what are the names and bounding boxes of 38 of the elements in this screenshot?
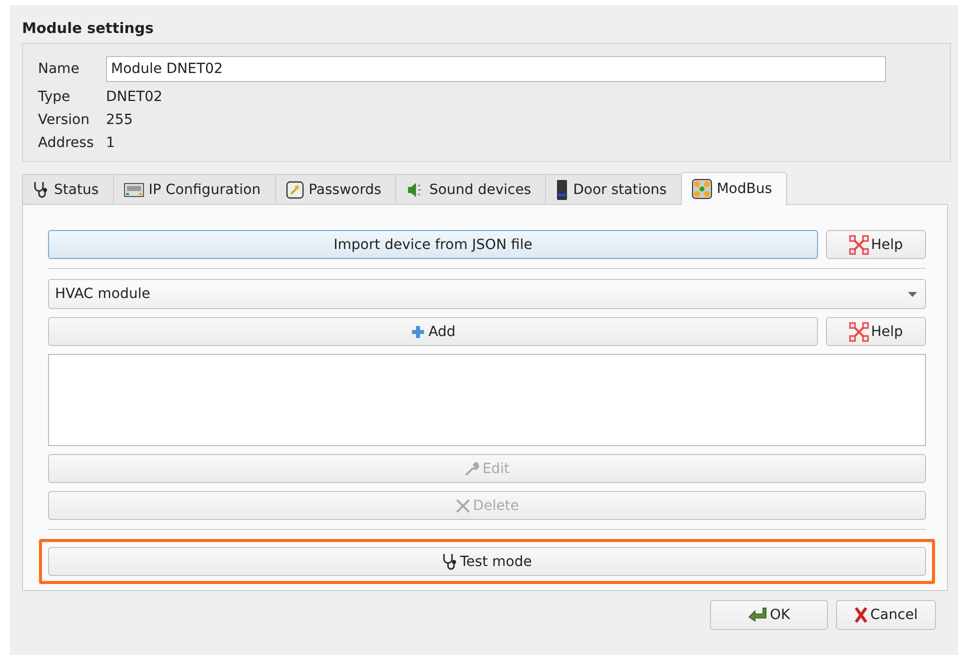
key-icon [286,180,304,198]
modbus-icon [692,179,712,199]
cancel-icon [854,607,868,623]
device-list[interactable] [48,354,926,446]
x-icon [455,498,471,514]
door-station-icon [556,180,568,200]
field-label: Name [38,61,80,77]
tab[interactable]: ModBus [680,172,788,205]
add-button[interactable]: Add [48,317,818,346]
help-icon [849,234,870,254]
name-field[interactable]: Module DNET02 [106,56,886,82]
ok-button[interactable]: OK [710,600,828,630]
help-button[interactable]: Help [826,317,926,346]
tab[interactable]: IP Configuration [112,174,276,204]
field-value: DNET02 [106,89,164,105]
device-type-dropdown[interactable]: HVAC module [48,279,926,309]
window-title: Module settings [22,21,155,37]
tab[interactable]: Status [22,174,114,204]
dropdown-arrow-icon [908,292,917,296]
tab[interactable]: Sound devices [395,174,546,204]
wrench-icon [464,460,480,476]
field-label: Address [38,135,95,151]
network-port-icon [124,182,144,198]
field-label: Version [38,112,90,128]
help-icon [849,322,870,342]
field-value: 1 [106,135,116,151]
help-button[interactable]: Help [826,230,926,259]
import-button[interactable]: Import device from JSON file [48,230,818,259]
stethoscope-icon [33,180,49,198]
plus-icon [410,324,426,340]
field-label: Type [38,89,72,105]
field-value: 255 [106,112,134,128]
arrow-icon [748,607,768,623]
stethoscope-icon [442,552,458,570]
cancel-button[interactable]: Cancel [836,600,936,630]
tab[interactable]: Passwords [274,174,396,204]
tab[interactable]: Door stations [545,174,682,204]
test-mode-button[interactable]: Test mode [48,547,926,576]
